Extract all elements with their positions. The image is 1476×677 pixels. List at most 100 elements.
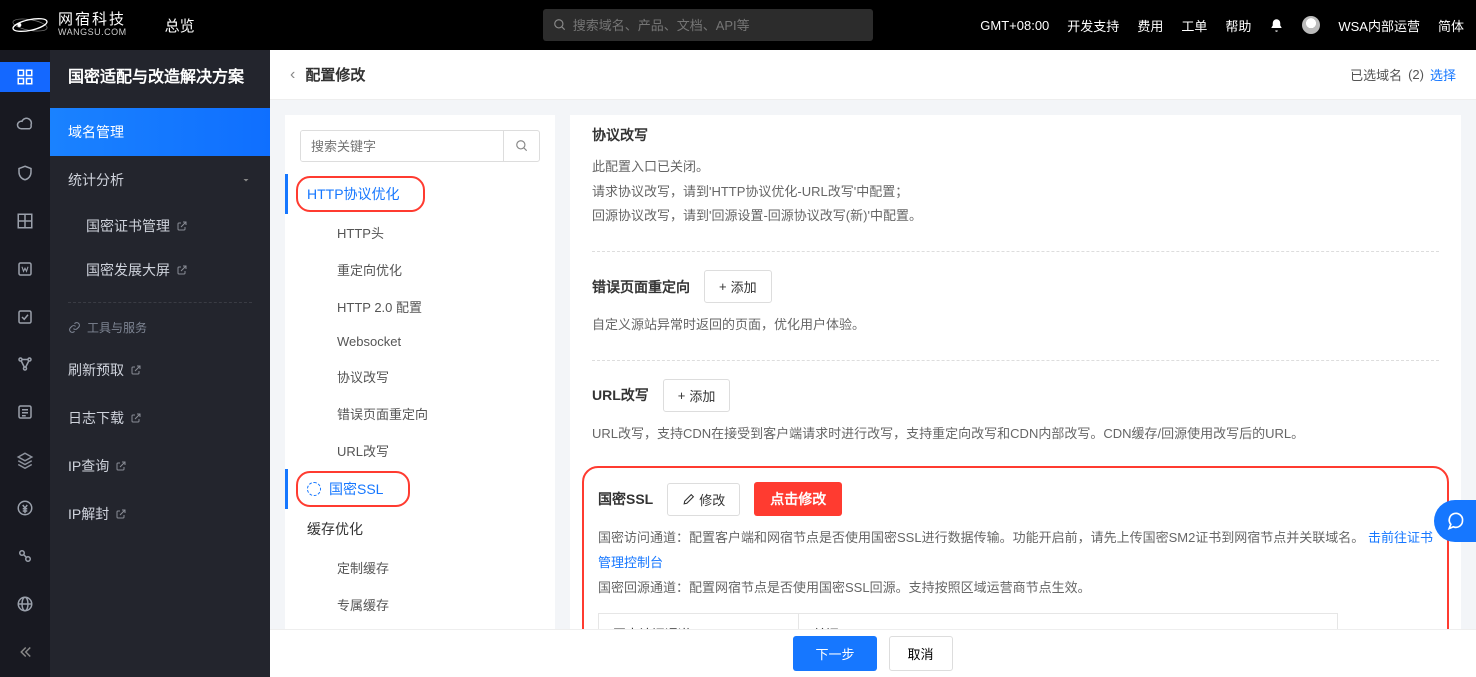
rail-item-shield[interactable]: [0, 158, 50, 188]
hint-badge: 点击修改: [754, 482, 842, 516]
chat-icon: [1445, 511, 1465, 531]
tree-search-input[interactable]: [301, 131, 503, 161]
sidebar-item-dashboard[interactable]: 国密发展大屏: [68, 248, 270, 292]
rail-item-link[interactable]: [0, 541, 50, 571]
sidebar-item-logs[interactable]: 日志下载: [50, 394, 270, 442]
desc-line: 国密回源通道：配置网宿节点是否使用国密SSL回源。支持按照区域运营商节点生效。: [598, 580, 1091, 595]
external-link-icon: [115, 508, 127, 520]
desc-line: 此配置入口已关闭。: [592, 155, 1439, 180]
config-tree-panel: HTTP协议优化 HTTP头 重定向优化 HTTP 2.0 配置 Websock…: [285, 115, 555, 629]
desc-line: 国密访问通道：配置客户端和网宿节点是否使用国密SSL进行数据传输。功能开启前，请…: [598, 530, 1364, 545]
gmssl-table: 国密访问通道 关闭: [598, 613, 1338, 630]
sidebar-item-cert[interactable]: 国密证书管理: [68, 204, 270, 248]
cancel-button[interactable]: 取消: [889, 636, 953, 671]
sidebar-item-ipunblock[interactable]: IP解封: [50, 490, 270, 538]
section-gmssl: 国密SSL 修改 点击修改 国密访问通道：配置客户端和网宿节点是否使用国密SSL…: [592, 466, 1439, 629]
product-icon-rail: [0, 50, 50, 677]
rail-item-layers[interactable]: [0, 445, 50, 475]
rail-item-check[interactable]: [0, 302, 50, 332]
avatar[interactable]: [1302, 16, 1320, 34]
section-title: 错误页面重定向: [592, 277, 690, 297]
section-title: URL改写: [592, 385, 649, 405]
tree-item[interactable]: URL改写: [285, 432, 555, 469]
highlight-box: 国密SSL 修改 点击修改 国密访问通道：配置客户端和网宿节点是否使用国密SSL…: [582, 466, 1449, 629]
tree-group-cache[interactable]: 缓存优化: [285, 509, 555, 549]
lang-switch[interactable]: 简体: [1438, 16, 1464, 35]
rail-item-cloud[interactable]: [0, 110, 50, 140]
divider: [68, 302, 252, 303]
add-button[interactable]: +添加: [663, 379, 731, 412]
tree-item[interactable]: 定制缓存: [285, 549, 555, 586]
sidebar-item-refresh[interactable]: 刷新预取: [50, 346, 270, 394]
edit-button[interactable]: 修改: [667, 483, 740, 516]
back-button[interactable]: ‹: [290, 66, 295, 84]
tree-item[interactable]: 错误页面重定向: [285, 395, 555, 432]
section-url-rewrite: URL改写 +添加 URL改写，支持CDN在接受到客户端请求时进行改写，支持重定…: [592, 360, 1439, 469]
desc-line: 请求协议改写，请到'HTTP协议优化-URL改写'中配置；: [592, 180, 1439, 205]
rail-item-globe[interactable]: [0, 589, 50, 619]
search-icon: [553, 18, 567, 32]
add-button[interactable]: +添加: [704, 270, 772, 303]
rail-item-nodes[interactable]: [0, 350, 50, 380]
external-link-icon: [176, 220, 188, 232]
sidebar-item-stats[interactable]: 统计分析: [50, 156, 270, 204]
tree-group-http-optimize[interactable]: HTTP协议优化: [285, 174, 555, 214]
tree-item[interactable]: 重定向优化: [285, 251, 555, 288]
main-area: ‹ 配置修改 已选域名 (2) 选择 HTTP协议优化 HTTP头 重定向优化 …: [270, 50, 1476, 677]
section-title: 国密SSL: [598, 489, 653, 509]
sidebar-item-domain[interactable]: 域名管理: [50, 108, 270, 156]
rail-item-apps[interactable]: [0, 62, 50, 92]
top-link[interactable]: 帮助: [1225, 16, 1251, 35]
selected-domains-label: 已选域名: [1350, 65, 1402, 84]
rail-item-money[interactable]: [0, 493, 50, 523]
search-icon: [515, 139, 529, 153]
timezone[interactable]: GMT+08:00: [980, 18, 1049, 33]
global-search-input[interactable]: [573, 18, 863, 33]
tree-item[interactable]: Websocket: [285, 325, 555, 358]
user-name[interactable]: WSA内部运营: [1338, 16, 1420, 35]
chevron-down-icon: [240, 174, 252, 186]
sidebar-item-ipquery[interactable]: IP查询: [50, 442, 270, 490]
desc-line: 回源协议改写，请到'回源设置-回源协议改写(新)'中配置。: [592, 204, 1439, 229]
page-header: ‹ 配置修改 已选域名 (2) 选择: [270, 50, 1476, 100]
tree-search: [300, 130, 540, 162]
tree-item[interactable]: HTTP头: [285, 214, 555, 251]
table-key: 国密访问通道: [599, 614, 799, 630]
selected-domains-count: (2): [1408, 67, 1424, 82]
rail-item-word[interactable]: [0, 254, 50, 284]
config-content: 协议改写 此配置入口已关闭。 请求协议改写，请到'HTTP协议优化-URL改写'…: [570, 115, 1461, 629]
brand-logo[interactable]: 网宿科技 WANGSU.COM: [0, 12, 147, 38]
tree-group-gmssl[interactable]: 国密SSL: [285, 469, 555, 509]
tools-section-label: 工具与服务: [50, 313, 270, 346]
external-link-icon: [176, 264, 188, 276]
next-button[interactable]: 下一步: [793, 636, 876, 671]
top-link[interactable]: 开发支持: [1067, 16, 1119, 35]
tree-item[interactable]: 协议改写: [285, 358, 555, 395]
bell-icon[interactable]: [1269, 18, 1284, 33]
top-link[interactable]: 工单: [1181, 16, 1207, 35]
section-error-page: 错误页面重定向 +添加 自定义源站异常时返回的页面，优化用户体验。: [592, 251, 1439, 360]
chat-fab[interactable]: [1434, 500, 1476, 542]
external-link-icon: [130, 364, 142, 376]
tree-item[interactable]: 专属缓存: [285, 586, 555, 623]
nav-overview[interactable]: 总览: [147, 15, 213, 36]
section-desc: 自定义源站异常时返回的页面，优化用户体验。: [592, 313, 1439, 338]
brand-name-cn: 网宿科技: [58, 12, 127, 29]
rail-item-grid[interactable]: [0, 206, 50, 236]
rail-item-list[interactable]: [0, 397, 50, 427]
tree-item[interactable]: HTTP 2.0 配置: [285, 288, 555, 325]
page-footer: 下一步 取消: [270, 629, 1476, 677]
tree-search-button[interactable]: [503, 131, 539, 161]
solution-sidebar: 国密适配与改造解决方案 域名管理 统计分析 国密证书管理 国密发展大屏 工具与服…: [50, 50, 270, 677]
top-right: GMT+08:00 开发支持 费用 工单 帮助 WSA内部运营 简体: [980, 16, 1464, 35]
top-link[interactable]: 费用: [1137, 16, 1163, 35]
top-bar: 网宿科技 WANGSU.COM 总览 GMT+08:00 开发支持 费用 工单 …: [0, 0, 1476, 50]
section-protocol-rewrite: 协议改写 此配置入口已关闭。 请求协议改写，请到'HTTP协议优化-URL改写'…: [592, 115, 1439, 251]
global-search[interactable]: [543, 9, 873, 41]
plus-icon: +: [719, 279, 727, 294]
external-link-icon: [130, 412, 142, 424]
brand-name-en: WANGSU.COM: [58, 28, 127, 38]
rail-collapse[interactable]: [0, 637, 50, 667]
select-domains-link[interactable]: 选择: [1430, 65, 1456, 84]
section-desc: URL改写，支持CDN在接受到客户端请求时进行改写，支持重定向改写和CDN内部改…: [592, 422, 1439, 447]
